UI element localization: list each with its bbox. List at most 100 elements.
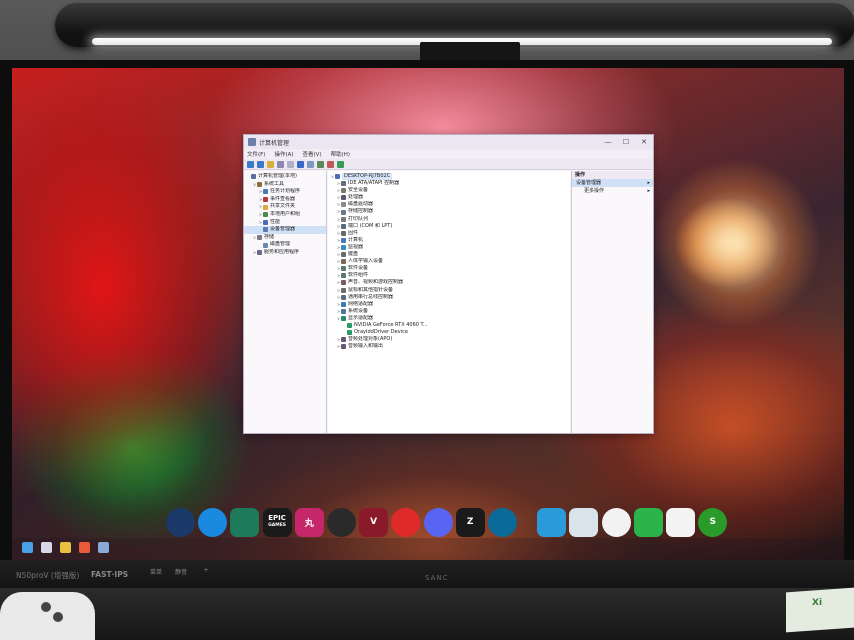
device-tree-item[interactable]: > 安全设备 xyxy=(328,187,570,194)
more-actions[interactable]: 更多操作 ▸ xyxy=(572,187,653,195)
forward-arrow-icon[interactable] xyxy=(257,160,264,168)
z-app-icon[interactable]: Z xyxy=(455,507,485,537)
device-tree-label: 显示适配器 xyxy=(348,314,374,321)
nav-tree-item[interactable]: > 任务计划程序 xyxy=(244,188,326,196)
dock-icon-glyph: S xyxy=(709,517,716,527)
back-arrow-icon[interactable] xyxy=(247,160,254,168)
window-titlebar[interactable]: 计算机管理 — ☐ ✕ xyxy=(244,135,653,149)
properties-icon[interactable] xyxy=(287,160,294,168)
expand-arrow-icon: ▸ xyxy=(647,180,650,186)
menu-help[interactable]: 帮助(H) xyxy=(331,150,350,158)
music-app-icon[interactable]: S xyxy=(698,507,728,537)
sync-app-icon[interactable] xyxy=(487,507,517,537)
taskbar-computer-management-icon[interactable] xyxy=(98,542,109,553)
actions-device-manager-label: 设备管理器 xyxy=(576,180,602,186)
help-icon[interactable] xyxy=(297,160,304,168)
device-tree-item[interactable]: > 人体学输入设备 xyxy=(328,258,570,265)
device-tree-item[interactable]: > 声音、视频和游戏控制器 xyxy=(328,279,570,286)
device-tree-label: 处理器 xyxy=(348,194,364,201)
epic-games-icon[interactable]: EPIC GAMES xyxy=(262,507,292,537)
device-tree-item[interactable]: > 端口 (COM 和 LPT) xyxy=(328,223,570,230)
device-tree-item[interactable]: > 音频处理对象(APO) xyxy=(328,336,570,343)
steam-icon[interactable] xyxy=(166,507,195,537)
file-explorer-icon[interactable] xyxy=(60,542,71,553)
nav-tree-label: 性能 xyxy=(270,218,281,225)
device-tree-item[interactable]: > 通用串行总线控制器 xyxy=(328,294,570,301)
device-tree-item[interactable]: > 磁盘驱动器 xyxy=(328,201,570,208)
nav-tree-item[interactable]: > 事件查看器 xyxy=(244,196,326,204)
taskbar-chrome-icon[interactable] xyxy=(79,542,90,553)
up-folder-icon[interactable] xyxy=(267,160,274,168)
device-category-icon xyxy=(341,202,346,208)
scan-hardware-icon[interactable] xyxy=(317,160,324,168)
device-tree-label: 端口 (COM 和 LPT) xyxy=(348,222,393,229)
remove-device-icon[interactable] xyxy=(327,160,334,168)
device-tree-item[interactable]: v DESKTOP-RJ7B02C xyxy=(328,173,570,181)
nav-tree-item[interactable]: v 存储 xyxy=(244,234,326,242)
monitor-mute-button[interactable]: 静音 xyxy=(170,567,192,585)
task-view-icon[interactable] xyxy=(41,542,52,553)
desktop-icon[interactable] xyxy=(537,507,567,537)
battlenet-icon[interactable] xyxy=(198,507,228,537)
qq-icon[interactable] xyxy=(666,507,695,537)
device-tree-item[interactable]: > IDE ATA/ATAPI 控制器 xyxy=(328,180,570,187)
view-icon[interactable] xyxy=(307,160,314,168)
device-category-icon xyxy=(341,244,346,250)
maximize-button[interactable]: ☐ xyxy=(617,135,635,149)
recycle-bin-icon[interactable] xyxy=(569,507,599,537)
wechat-icon[interactable] xyxy=(633,507,663,537)
device-category-icon xyxy=(341,230,346,236)
device-tree-item[interactable]: > 网络适配器 xyxy=(328,301,570,308)
toolbar xyxy=(244,159,653,170)
nav-tree-item[interactable]: 设备管理器 xyxy=(244,226,326,234)
discord-icon[interactable] xyxy=(423,507,453,537)
show-hide-tree-icon[interactable] xyxy=(277,160,284,168)
computer-management-window[interactable]: 计算机管理 — ☐ ✕ 文件(F) 操作(A) 查看(V) 帮助(H) 计算机管… xyxy=(243,134,654,434)
chrome-icon[interactable] xyxy=(601,507,631,537)
device-tree-item[interactable]: > 软件组件 xyxy=(328,272,570,279)
nav-tree-item[interactable]: > 性能 xyxy=(244,219,326,227)
tree-node-icon xyxy=(263,219,268,225)
monitor-plus-button[interactable]: + xyxy=(195,567,217,585)
nav-tree-item[interactable]: 计算机管理(本地) xyxy=(244,173,326,181)
maestro-icon[interactable] xyxy=(230,507,260,537)
device-tree-item[interactable]: > 打印队列 xyxy=(328,216,570,223)
menu-action[interactable]: 操作(A) xyxy=(274,150,293,158)
nav-tree-item[interactable]: > 共享文件夹 xyxy=(244,203,326,211)
minimize-button[interactable]: — xyxy=(599,135,617,149)
device-tree-item[interactable]: > 鼠标和其他指针设备 xyxy=(328,287,570,294)
nav-tree-label: 设备管理器 xyxy=(270,226,296,233)
nav-tree-item[interactable]: 磁盘管理 xyxy=(244,241,326,249)
menu-view[interactable]: 查看(V) xyxy=(303,150,322,158)
device-tree-item[interactable]: > 存储控制器 xyxy=(328,208,570,215)
nav-tree-item[interactable]: > 服务和应用程序 xyxy=(244,249,326,257)
device-tree-item[interactable]: > 系统设备 xyxy=(328,308,570,315)
menu-file[interactable]: 文件(F) xyxy=(247,150,265,158)
mihoyo-icon[interactable]: 丸 xyxy=(294,507,324,537)
device-tree-label: 通用串行总线控制器 xyxy=(348,293,394,300)
device-tree-item[interactable]: > 固件 xyxy=(328,230,570,237)
device-tree-item[interactable]: > 软件设备 xyxy=(328,265,570,272)
start-icon[interactable] xyxy=(22,542,33,553)
nav-tree-item[interactable]: v 系统工具 xyxy=(244,181,326,189)
nav-tree-item[interactable]: > 本地用户和组 xyxy=(244,211,326,219)
device-category-icon xyxy=(347,330,352,336)
more-actions-label: 更多操作 xyxy=(584,188,605,194)
device-tree-item[interactable]: v 显示适配器 xyxy=(328,315,570,322)
computer-management-icon xyxy=(248,138,256,146)
device-tree-item[interactable]: > 处理器 xyxy=(328,194,570,201)
actions-device-manager[interactable]: 设备管理器 ▸ xyxy=(572,179,653,187)
update-driver-icon[interactable] xyxy=(337,160,344,168)
device-tree-item[interactable]: > 音频输入和输出 xyxy=(328,343,570,350)
obs-icon[interactable] xyxy=(326,507,356,537)
fist-icon[interactable] xyxy=(391,507,421,537)
valorant-icon[interactable]: V xyxy=(359,507,389,537)
device-tree-item[interactable]: > 监视器 xyxy=(328,244,570,251)
device-tree-item[interactable]: NVIDIA GeForce RTX 4060 T... xyxy=(328,322,570,329)
close-button[interactable]: ✕ xyxy=(635,135,653,149)
device-tree-item[interactable]: OrayIddDriver Device xyxy=(328,329,570,336)
device-tree-item[interactable]: > 计算机 xyxy=(328,237,570,244)
nav-tree-label: 系统工具 xyxy=(264,180,285,187)
device-tree-item[interactable]: > 键盘 xyxy=(328,251,570,258)
monitor-menu-button[interactable]: 菜单 xyxy=(145,567,167,585)
